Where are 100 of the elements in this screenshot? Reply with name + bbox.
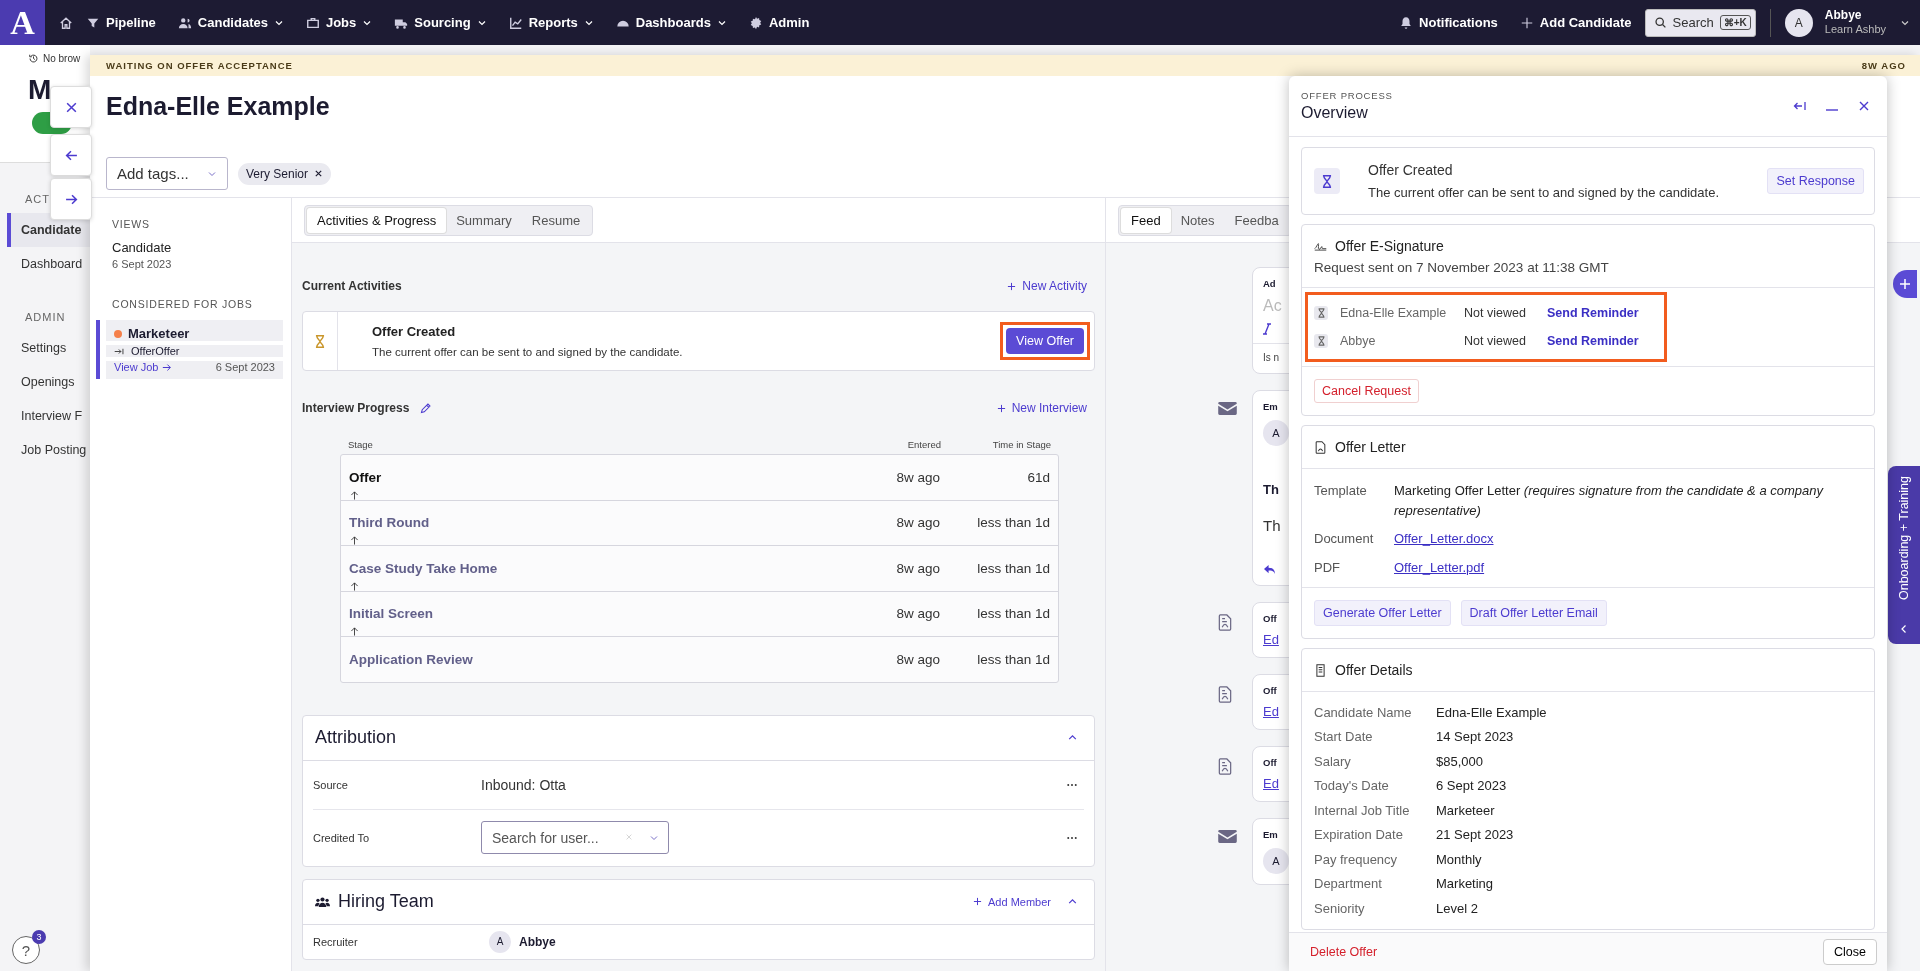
- email-subject: Th: [1263, 482, 1279, 497]
- feed-card-title: Em: [1263, 401, 1278, 412]
- time-cell-text: less than 1d: [976, 515, 1050, 531]
- card-title: Attribution: [315, 727, 397, 748]
- document-icon: [1218, 614, 1232, 631]
- sender-avatar: A: [1263, 848, 1289, 874]
- detail-value: Level 2: [1436, 900, 1478, 916]
- tags-dropdown[interactable]: Add tags...: [106, 157, 228, 190]
- delete-offer-link[interactable]: Delete Offer: [1310, 945, 1378, 959]
- logo[interactable]: A: [0, 0, 45, 45]
- tab[interactable]: Notes: [1170, 207, 1225, 233]
- field-label: Template: [1314, 483, 1368, 498]
- add-candidate-button[interactable]: Add Candidate: [1510, 9, 1641, 36]
- stage-name[interactable]: Case Study Take Home: [349, 560, 820, 576]
- entered-cell-text: 8w ago: [895, 606, 940, 622]
- close-button[interactable]: Close: [1823, 939, 1877, 965]
- card-title: Offer Details: [1335, 662, 1413, 678]
- stage-name[interactable]: Application Review: [349, 651, 820, 667]
- notification-badge: 3: [32, 930, 46, 944]
- send-reminder-link[interactable]: Send Reminder: [1547, 306, 1639, 320]
- add-button[interactable]: [1893, 270, 1917, 298]
- sidebar-item[interactable]: Settings: [7, 331, 90, 365]
- offer-status-title: Offer Created: [1368, 162, 1454, 178]
- more-icon[interactable]: [1066, 835, 1078, 840]
- stage-name[interactable]: Third Round: [349, 515, 820, 531]
- detail-value: $85,000: [1436, 753, 1483, 769]
- document-icon: [1218, 758, 1232, 775]
- set-response-button[interactable]: Set Response: [1767, 168, 1864, 194]
- collapse-icon[interactable]: [1793, 100, 1807, 112]
- close-icon: [64, 100, 78, 114]
- reply-icon[interactable]: [1263, 564, 1276, 575]
- view-title[interactable]: Candidate: [112, 240, 283, 255]
- detail-label: Seniority: [1314, 900, 1366, 916]
- stage-name[interactable]: Initial Screen: [349, 606, 820, 622]
- stage-name[interactable]: Offer: [349, 469, 820, 485]
- member-name: Abbye: [519, 934, 556, 949]
- user-search-field[interactable]: Search for user...: [481, 821, 669, 854]
- new-activity-link[interactable]: New Activity: [1007, 279, 1087, 293]
- remove-icon[interactable]: [314, 169, 324, 178]
- sidebar-item[interactable]: Dashboard: [7, 247, 90, 281]
- nav-menu-item[interactable]: Dashboards: [606, 9, 736, 36]
- sidebar-item[interactable]: Interview F: [7, 399, 90, 433]
- nav-menu-item[interactable]: Admin: [739, 9, 819, 36]
- tab[interactable]: Feedba: [1224, 207, 1289, 233]
- view-offer-button[interactable]: View Offer: [1006, 328, 1084, 354]
- tab[interactable]: Summary: [446, 207, 522, 233]
- job-card[interactable]: Marketeer OfferOffer View Job 6 Sept 2023: [96, 320, 283, 379]
- offer-link[interactable]: Ed: [1263, 704, 1279, 719]
- tab[interactable]: Resume: [521, 207, 591, 233]
- status-label: WAITING ON OFFER ACCEPTANCE: [106, 60, 293, 71]
- tab[interactable]: Feed: [1121, 207, 1171, 233]
- source-value: Inbound: Otta: [481, 776, 567, 793]
- job-stage: OfferOffer: [131, 345, 180, 357]
- onboarding-tab[interactable]: Onboarding + Training: [1888, 466, 1920, 644]
- member-avatar: A: [489, 930, 511, 953]
- search-button[interactable]: Search ⌘+K: [1644, 8, 1756, 37]
- more-icon[interactable]: [1066, 782, 1078, 787]
- add-member-link[interactable]: Add Member: [973, 895, 1051, 908]
- view-job-link[interactable]: View Job: [114, 361, 173, 373]
- job-date: 6 Sept 2023: [215, 361, 275, 373]
- feed-card-title: Em: [1263, 829, 1278, 840]
- nav-menu-item[interactable]: Sourcing: [385, 9, 496, 36]
- hourglass-icon: [1314, 334, 1328, 348]
- section-heading: ADMIN: [25, 310, 66, 325]
- user-avatar[interactable]: A: [1784, 8, 1813, 37]
- offer-link[interactable]: Ed: [1263, 632, 1279, 647]
- chart-icon: [508, 15, 523, 30]
- field-label: Credited To: [313, 831, 371, 844]
- file-link[interactable]: Offer_Letter.docx: [1394, 529, 1494, 549]
- tag-chip[interactable]: Very Senior: [238, 162, 332, 185]
- entered-cell-text: 8w ago: [895, 651, 940, 667]
- nav-menu-item[interactable]: Pipeline: [77, 9, 165, 36]
- edit-icon[interactable]: [419, 401, 433, 415]
- briefcase-icon: [305, 15, 320, 30]
- sidebar-item[interactable]: Openings: [7, 365, 90, 399]
- time-cell-text: 61d: [1026, 469, 1050, 485]
- italic-icon[interactable]: [1263, 323, 1271, 335]
- close-icon[interactable]: [1857, 100, 1871, 112]
- tab[interactable]: Activities & Progress: [307, 207, 447, 233]
- cancel-request-button[interactable]: Cancel Request: [1314, 379, 1419, 403]
- nav-menu-item[interactable]: Candidates: [168, 9, 293, 36]
- section-title: Current Activities: [302, 279, 402, 293]
- close-button[interactable]: [50, 86, 92, 128]
- nav-menu-item[interactable]: Jobs: [296, 9, 382, 36]
- home-icon[interactable]: [59, 15, 73, 30]
- arrow-icon: [162, 362, 173, 372]
- letter-action-button[interactable]: Generate Offer Letter: [1314, 600, 1451, 626]
- field-label: Source: [313, 778, 349, 791]
- sidebar-item[interactable]: Job Posting: [7, 433, 90, 467]
- nav-menu-item[interactable]: Reports: [499, 9, 603, 36]
- note-input[interactable]: Ac: [1263, 297, 1283, 315]
- people-icon: [315, 895, 330, 908]
- left-arrow-icon: [64, 148, 78, 162]
- file-link[interactable]: Offer_Letter.pdf: [1394, 557, 1485, 577]
- letter-action-button[interactable]: Draft Offer Letter Email: [1460, 600, 1607, 626]
- new-interview-link[interactable]: New Interview: [996, 401, 1087, 415]
- notifications-button[interactable]: Notifications: [1390, 9, 1507, 36]
- template-value: Marketing Offer Letter (requires signature from the candidate & a company representative): [1394, 482, 1825, 520]
- detail-label: Today's Date: [1314, 778, 1390, 794]
- offer-link[interactable]: Ed: [1263, 776, 1279, 791]
